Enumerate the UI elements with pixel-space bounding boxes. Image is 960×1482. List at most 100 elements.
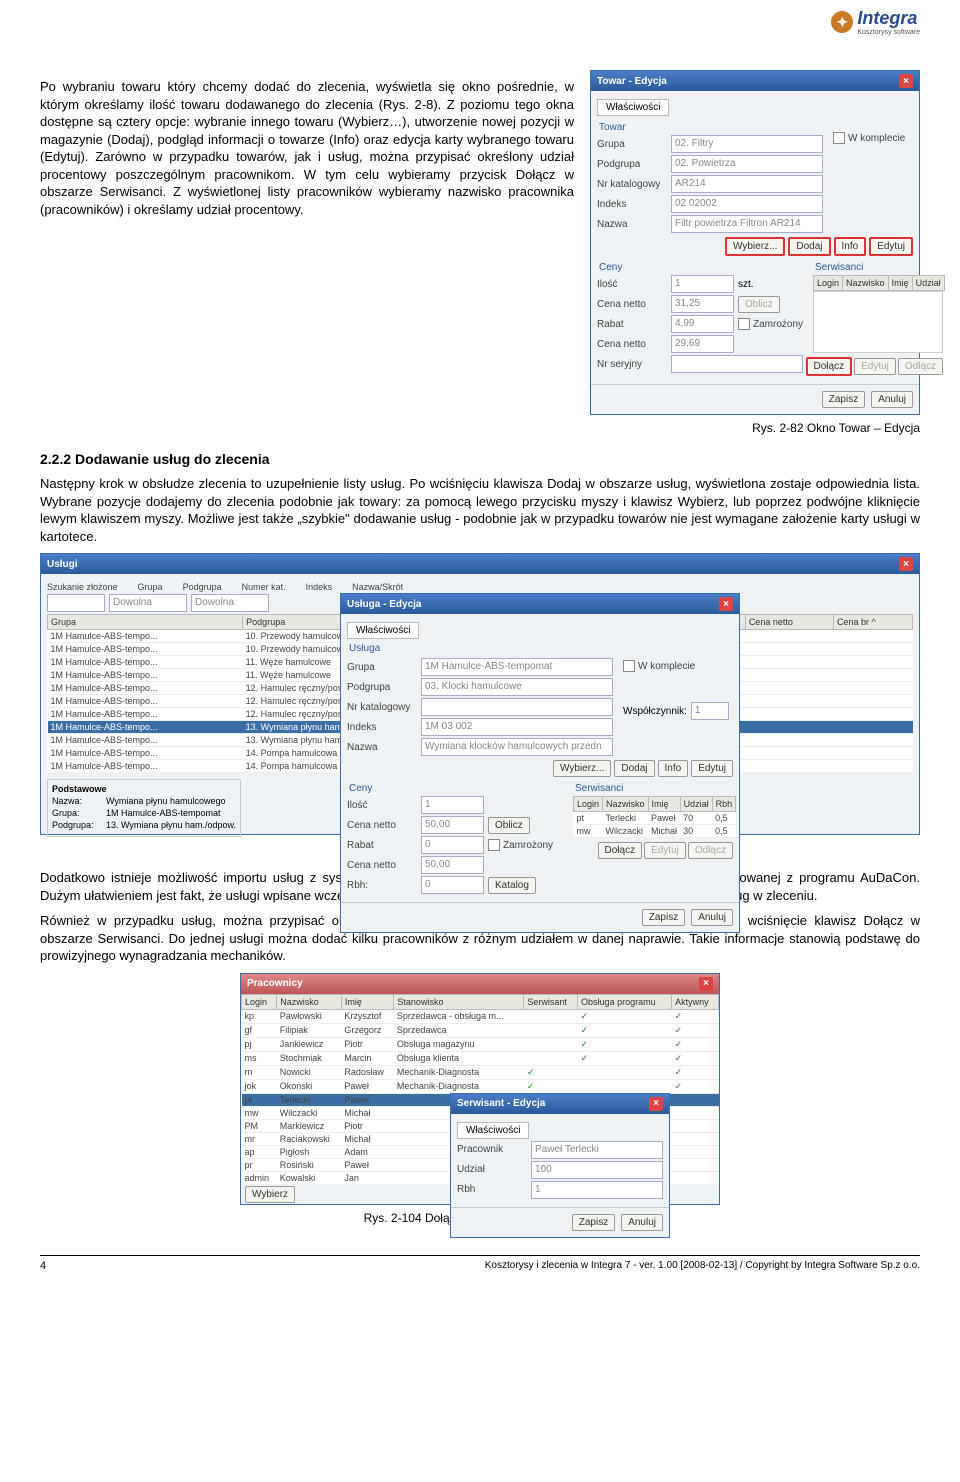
ue-serw-table[interactable]: LoginNazwiskoImięUdziałRbhptTerleckiPawe… <box>573 796 736 838</box>
ue-anuluj-button[interactable]: Anuluj <box>691 909 733 926</box>
table-row[interactable]: kpPawłowskiKrzysztofSprzedawca - obsługa… <box>242 1009 719 1023</box>
podst-label: Podstawowe <box>52 784 236 794</box>
towar-win-title: Towar - Edycja <box>597 76 667 87</box>
ue-dolacz-button[interactable]: Dołącz <box>598 842 643 859</box>
info-button[interactable]: Info <box>834 237 867 256</box>
table-header[interactable]: Cena netto <box>745 615 833 630</box>
katalog-button[interactable]: Katalog <box>488 877 536 894</box>
towar-edycja-window: Towar - Edycja × Właściwości Towar Grupa… <box>590 70 920 415</box>
ue-rbh-label: Rbh: <box>347 880 417 891</box>
szt-label: szt. <box>738 279 754 290</box>
ue-info-button[interactable]: Info <box>658 760 689 777</box>
cenanetto-field[interactable]: 31,25 <box>671 295 734 313</box>
table-row[interactable]: rnNowickiRadosławMechanik-Diagnosta✓✓ <box>242 1065 719 1079</box>
table-header[interactable]: Nazwisko <box>277 994 342 1009</box>
paragraph-1: Po wybraniu towaru który chcemy dodać do… <box>40 78 574 218</box>
table-header: Rbh <box>712 797 736 812</box>
ue-rbh-field[interactable]: 0 <box>421 876 484 894</box>
rabat-field[interactable]: 4,99 <box>671 315 734 333</box>
grupa-field[interactable]: 02. Filtry <box>671 135 823 153</box>
podgrupa-field[interactable]: 02. Powietrza <box>671 155 823 173</box>
ue-wkomplecie-checkbox[interactable] <box>623 660 635 672</box>
podgrupa-select[interactable]: Dowolna <box>191 594 269 612</box>
oblicz-button[interactable]: Oblicz <box>738 296 780 313</box>
wsp-field[interactable]: 1 <box>691 702 729 720</box>
ue-dodaj-button[interactable]: Dodaj <box>614 760 654 777</box>
zamrozony-checkbox[interactable] <box>738 318 750 330</box>
prac-wybierz-button[interactable]: Wybierz <box>245 1186 295 1203</box>
wsp-label: Współczynnik: <box>623 706 687 717</box>
ilosc-field[interactable]: 1 <box>671 275 734 293</box>
ue-oblicz-button[interactable]: Oblicz <box>488 817 530 834</box>
se-udzial-field[interactable]: 100 <box>531 1161 663 1179</box>
se-prac-field[interactable]: Paweł Terlecki <box>531 1141 663 1159</box>
ue-cenanetto2-label: Cena netto <box>347 860 417 871</box>
se-anuluj-button[interactable]: Anuluj <box>621 1214 663 1231</box>
page-number: 4 <box>40 1260 46 1272</box>
zapisz-button[interactable]: Zapisz <box>822 391 865 408</box>
indeks-field[interactable]: 02 02002 <box>671 195 823 213</box>
wkomplecie-label: W komplecie <box>848 133 905 144</box>
close-icon[interactable]: × <box>649 1097 663 1111</box>
grupa-select[interactable]: Dowolna <box>109 594 187 612</box>
ue-odlacz-button[interactable]: Odłącz <box>688 842 733 859</box>
table-row[interactable]: pjJankiewiczPiotrObsługa magazynu✓✓ <box>242 1037 719 1051</box>
wybierz-button[interactable]: Wybierz... <box>725 237 785 256</box>
se-rbh-field[interactable]: 1 <box>531 1181 663 1199</box>
table-header[interactable]: Cena br ^ <box>833 615 912 630</box>
ue-ilosc-field[interactable]: 1 <box>421 796 484 814</box>
se-tab[interactable]: Właściwości <box>457 1122 529 1139</box>
nazwa-field[interactable]: Filtr powietrza Filtron AR214 <box>671 215 823 233</box>
table-header[interactable]: Aktywny <box>672 994 719 1009</box>
table-row[interactable]: jokOkonskiPawełMechanik-Diagnosta✓✓ <box>242 1079 719 1093</box>
close-icon[interactable]: × <box>719 597 733 611</box>
close-icon[interactable]: × <box>699 977 713 991</box>
ue-nrkat-field[interactable] <box>421 698 613 716</box>
logo-subtitle: Kosztorysy software <box>857 29 920 36</box>
ue-nazwa-field[interactable]: Wymiana klocków hamulcowych przedn <box>421 738 613 756</box>
ue-zapisz-button[interactable]: Zapisz <box>642 909 685 926</box>
close-icon[interactable]: × <box>899 74 913 88</box>
odlacz-button[interactable]: Odłącz <box>898 358 943 375</box>
caption-1: Rys. 2-82 Okno Towar – Edycja <box>40 421 920 435</box>
table-header[interactable]: Serwisant <box>524 994 578 1009</box>
close-icon[interactable]: × <box>899 557 913 571</box>
table-row[interactable]: ptTerleckiPaweł700,5 <box>574 812 736 825</box>
table-header[interactable]: Obsługa programu <box>578 994 672 1009</box>
tab-wlasciwosci[interactable]: Właściwości <box>597 99 669 116</box>
ue-edytuj-serw-button[interactable]: Edytuj <box>644 842 686 859</box>
tab-wlasciwosci[interactable]: Właściwości <box>347 622 419 639</box>
ue-zamrozony-checkbox[interactable] <box>488 839 500 851</box>
zamrozony-label: Zamrożony <box>753 319 803 330</box>
table-row[interactable]: msStochmiakMarcinObsługa klienta✓✓ <box>242 1051 719 1065</box>
ue-section-ceny: Ceny <box>349 783 563 794</box>
ue-podgrupa-field[interactable]: 03. Klocki hamulcowe <box>421 678 613 696</box>
table-row[interactable]: gfFilipiakGrzegorzSprzedawca✓✓ <box>242 1023 719 1037</box>
serw-edit-title: Serwisant - Edycja <box>457 1098 545 1109</box>
nrkat-field[interactable]: AR214 <box>671 175 823 193</box>
anuluj-button[interactable]: Anuluj <box>871 391 913 408</box>
dodaj-button[interactable]: Dodaj <box>788 237 830 256</box>
ue-wybierz-button[interactable]: Wybierz... <box>553 760 611 777</box>
table-header[interactable]: Imię <box>341 994 394 1009</box>
edytuj-button[interactable]: Edytuj <box>869 237 913 256</box>
rabat-label: Rabat <box>597 319 667 330</box>
ue-rabat-label: Rabat <box>347 840 417 851</box>
se-zapisz-button[interactable]: Zapisz <box>572 1214 615 1231</box>
table-header[interactable]: Stanowisko <box>394 994 524 1009</box>
ue-grupa-field[interactable]: 1M Hamulce-ABS-tempomat <box>421 658 613 676</box>
ue-edytuj-button[interactable]: Edytuj <box>691 760 733 777</box>
table-header[interactable]: Login <box>242 994 277 1009</box>
ue-cenanetto-field[interactable]: 50,00 <box>421 816 484 834</box>
wkomplecie-checkbox[interactable] <box>833 132 845 144</box>
nrser-field[interactable] <box>671 355 803 373</box>
ue-rabat-field[interactable]: 0 <box>421 836 484 854</box>
se-udzial-label: Udział <box>457 1164 527 1175</box>
edytuj-serw-button[interactable]: Edytuj <box>854 358 896 375</box>
dolacz-button[interactable]: Dołącz <box>806 357 853 376</box>
table-row[interactable]: mwWilczackiMichał300,5 <box>574 825 736 838</box>
grupa-label: Grupa <box>597 139 667 150</box>
ue-indeks-field[interactable]: 1M 03 002 <box>421 718 613 736</box>
p-podgr-label: Podgrupa: <box>52 820 102 830</box>
table-header[interactable]: Grupa <box>48 615 243 630</box>
